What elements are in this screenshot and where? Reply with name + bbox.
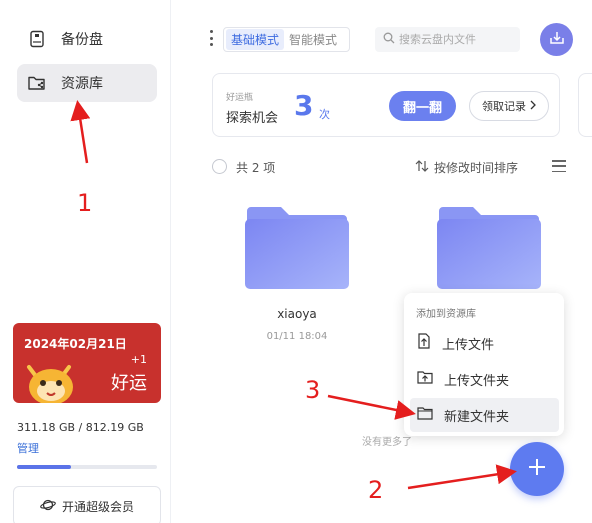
- resource-folder-icon: [27, 73, 47, 93]
- upload-folder-icon: [417, 370, 433, 388]
- flip-button[interactable]: 翻一翻: [389, 91, 456, 121]
- add-fab-button[interactable]: [510, 442, 564, 496]
- storage-usage-text: 311.18 GB / 812.19 GB: [17, 421, 144, 434]
- sort-label: 按修改时间排序: [434, 161, 519, 175]
- mode-smart-button[interactable]: 智能模式: [284, 29, 342, 50]
- search-input[interactable]: [399, 33, 514, 46]
- sort-arrows-icon: [415, 160, 429, 175]
- chevron-right-icon: [530, 100, 536, 113]
- activity-title: 探索机会: [226, 111, 279, 126]
- new-folder-icon: [417, 406, 433, 424]
- backup-disk-icon: [27, 29, 47, 49]
- list-view-icon[interactable]: [552, 160, 566, 172]
- folder-item[interactable]: [245, 205, 349, 293]
- upload-file-menu-item[interactable]: 上传文件: [410, 326, 559, 360]
- folder-item[interactable]: [437, 205, 541, 293]
- item-count: 共 2 项: [236, 161, 276, 175]
- promo-date: 2024年02月21日: [24, 337, 127, 351]
- upload-folder-menu-item[interactable]: 上传文件夹: [410, 362, 559, 396]
- vip-label: 开通超级会员: [61, 499, 134, 514]
- annotation-number-2: 2: [368, 476, 384, 504]
- search-box: [375, 27, 520, 52]
- menu-item-label: 上传文件夹: [444, 373, 510, 389]
- folder-name: xiaoya: [277, 307, 317, 321]
- plus-icon: [528, 458, 546, 480]
- folder-date: 01/11 18:04: [266, 331, 328, 342]
- claim-record-button[interactable]: 领取记录: [469, 91, 549, 121]
- mode-basic-button[interactable]: 基础模式: [226, 29, 285, 50]
- menu-header: 添加到资源库: [416, 309, 476, 320]
- activity-unit: 次: [319, 108, 330, 121]
- lucky-activity-card: 好运瓶 探索机会 3 次 翻一翻 领取记录: [212, 73, 560, 137]
- list-header: 共 2 项 按修改时间排序: [212, 158, 567, 176]
- manage-storage-link[interactable]: 管理: [17, 440, 39, 456]
- sidebar: 备份盘 资源库 2024年02月21日 +1 好运 311.18 GB / 81…: [0, 0, 171, 523]
- activity-small-label: 好运瓶: [226, 93, 254, 103]
- folder-icon: [437, 207, 541, 289]
- download-tray-icon: [549, 30, 565, 50]
- new-folder-menu-item[interactable]: 新建文件夹: [410, 398, 559, 432]
- sidebar-item-backup[interactable]: 备份盘: [17, 20, 157, 58]
- add-to-library-menu: 添加到资源库 上传文件 上传文件夹 新建文件夹: [404, 293, 564, 436]
- mode-switch: 基础模式 智能模式: [223, 27, 350, 52]
- annotation-number-3: 3: [305, 376, 321, 404]
- planet-icon: [40, 498, 56, 515]
- search-icon: [383, 32, 395, 48]
- promo-plus: +1: [130, 353, 147, 366]
- select-all-checkbox[interactable]: [212, 159, 227, 174]
- sidebar-item-resource-library[interactable]: 资源库: [17, 64, 157, 102]
- next-card-peek[interactable]: [578, 73, 592, 137]
- sort-button[interactable]: 按修改时间排序: [415, 159, 518, 176]
- storage-progress-fill: [17, 465, 71, 469]
- activity-count: 3: [294, 89, 314, 122]
- menu-item-label: 上传文件: [442, 337, 495, 353]
- sidebar-item-label: 资源库: [61, 76, 103, 92]
- promo-text: 好运: [111, 373, 147, 394]
- main-content: 基础模式 智能模式 好运瓶 探索机会 3 次 翻一翻 领取记录 共 2 项: [172, 0, 592, 523]
- open-vip-button[interactable]: 开通超级会员: [13, 486, 161, 523]
- drag-handle-icon[interactable]: [210, 30, 214, 46]
- folder-icon: [245, 207, 349, 289]
- no-more-text: 没有更多了: [362, 437, 412, 448]
- storage-progress-bar: [17, 465, 157, 469]
- annotation-number-1: 1: [77, 189, 93, 217]
- dragon-mascot-icon: [27, 365, 73, 403]
- lucky-promo-banner[interactable]: 2024年02月21日 +1 好运: [13, 323, 161, 403]
- sidebar-item-label: 备份盘: [61, 32, 103, 48]
- claim-record-label: 领取记录: [482, 100, 526, 113]
- upload-file-icon: [417, 333, 431, 353]
- menu-item-label: 新建文件夹: [444, 409, 510, 425]
- transfer-list-button[interactable]: [540, 23, 573, 56]
